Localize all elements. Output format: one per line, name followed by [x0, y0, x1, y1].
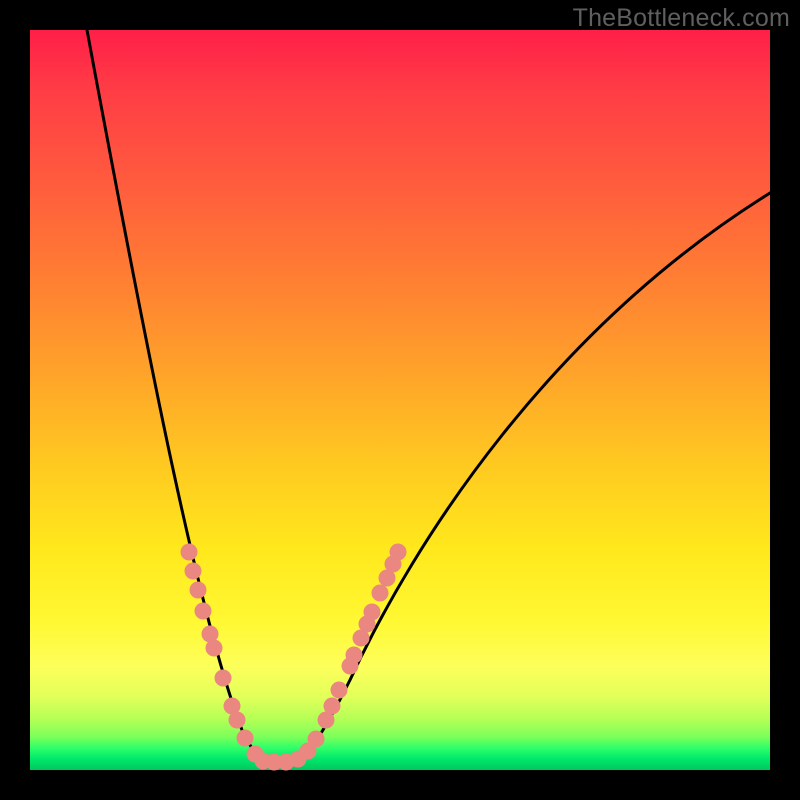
dots-left-group — [181, 544, 307, 771]
data-dot — [195, 603, 212, 620]
curve-right — [295, 193, 770, 761]
data-dot — [190, 582, 207, 599]
data-dot — [331, 682, 348, 699]
data-dot — [390, 544, 407, 561]
data-dot — [364, 604, 381, 621]
data-dot — [185, 563, 202, 580]
data-dot — [229, 712, 246, 729]
watermark-text: TheBottleneck.com — [573, 4, 790, 33]
data-dot — [215, 670, 232, 687]
data-dot — [372, 585, 389, 602]
data-dot — [308, 731, 325, 748]
curve-svg — [30, 30, 770, 770]
dots-right-group — [300, 544, 407, 760]
plot-area — [30, 30, 770, 770]
data-dot — [181, 544, 198, 561]
data-dot — [346, 647, 363, 664]
data-dot — [237, 730, 254, 747]
curve-left — [87, 30, 263, 761]
data-dot — [324, 698, 341, 715]
frame: TheBottleneck.com — [0, 0, 800, 800]
data-dot — [206, 640, 223, 657]
